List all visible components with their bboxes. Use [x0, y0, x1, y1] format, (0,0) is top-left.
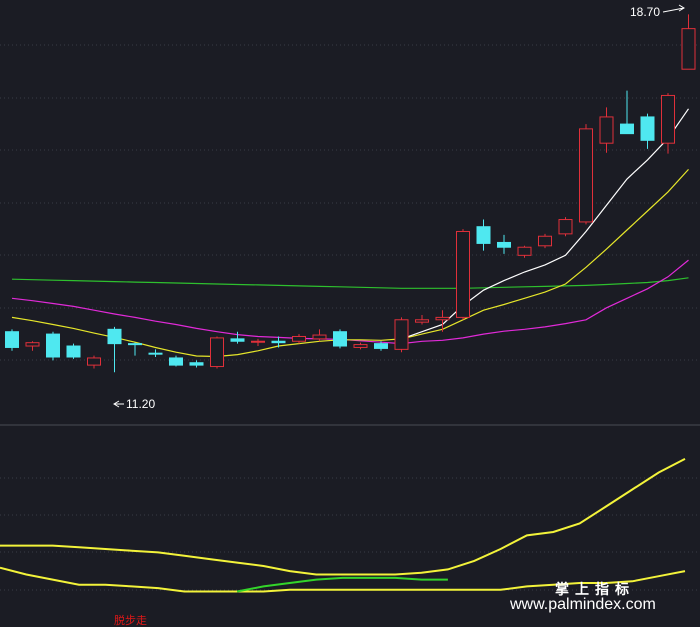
candle — [292, 334, 306, 344]
candle — [538, 233, 552, 249]
candle-body-down — [230, 338, 245, 342]
candle — [456, 229, 470, 320]
candle — [5, 329, 19, 351]
candle-body-up — [87, 357, 101, 366]
candle-body-up — [353, 344, 368, 348]
candle-body-up — [579, 128, 593, 223]
candle — [169, 355, 183, 367]
candle-body-up — [681, 28, 696, 70]
high-price-label: 18.70 — [630, 5, 660, 19]
candle — [415, 315, 429, 325]
candle-body-down — [169, 357, 183, 366]
indicator-line-1 — [0, 458, 686, 576]
candle-body-up — [538, 235, 552, 247]
candle-body-up — [599, 116, 614, 144]
candle — [25, 341, 40, 351]
candle-body-up — [292, 335, 306, 342]
candle — [87, 355, 101, 369]
low-annotation: 11.20 — [113, 397, 155, 411]
candle-body-down — [148, 352, 163, 355]
candle-body-down — [189, 362, 204, 366]
candle — [107, 326, 122, 373]
watermark-url: www.palmindex.com — [509, 596, 656, 613]
grid-lines — [0, 44, 700, 591]
candle — [661, 93, 675, 154]
candle — [210, 336, 224, 369]
chart-window: 18.70 11.20 脱步走 掌上指标 www.palmindex.com — [0, 0, 700, 627]
indicator-name-label: 脱步走 — [114, 613, 147, 627]
candle-body-up — [517, 246, 532, 256]
candle-body-up — [415, 319, 429, 323]
candle-body-down — [46, 333, 60, 358]
candle-body-up — [661, 94, 675, 144]
candle-body-up — [558, 219, 573, 235]
candle — [189, 360, 204, 368]
low-price-label: 11.20 — [126, 397, 155, 411]
stock-chart: 18.70 11.20 脱步走 掌上指标 www.palmindex.com — [0, 4, 700, 627]
candle — [640, 113, 655, 149]
candle — [497, 234, 511, 254]
candle-body-down — [107, 328, 122, 345]
indicator-lines — [0, 458, 686, 593]
candle-body-down — [497, 241, 511, 248]
candle — [681, 14, 696, 70]
candle — [599, 107, 614, 153]
candle-body-down — [271, 340, 286, 344]
candle — [353, 342, 368, 350]
candle — [46, 331, 60, 361]
candle-body-down — [5, 331, 19, 348]
candle-body-down — [66, 345, 81, 358]
candle-body-up — [210, 337, 224, 368]
candle — [620, 90, 634, 135]
candle-body-down — [333, 331, 347, 347]
candle — [558, 217, 573, 237]
candle — [476, 219, 491, 251]
candle — [251, 338, 265, 347]
candle — [517, 245, 532, 258]
candle-body-up — [394, 319, 409, 350]
candle-body-down — [620, 123, 634, 135]
candle-body-down — [128, 343, 142, 346]
candle-body-up — [312, 334, 327, 340]
candle-body-up — [25, 342, 40, 347]
candlesticks — [5, 14, 696, 373]
ma-line-green — [11, 277, 689, 289]
candle — [579, 124, 593, 225]
candle-body-down — [640, 116, 655, 141]
candle-body-up — [251, 340, 265, 343]
candle-body-up — [435, 316, 450, 321]
high-annotation: 18.70 — [630, 4, 685, 19]
ma-line-white — [401, 108, 689, 340]
candle — [333, 329, 347, 349]
candle — [66, 343, 81, 359]
candle — [148, 349, 163, 357]
candle — [128, 342, 142, 356]
candle-body-up — [456, 230, 470, 318]
candle-body-down — [374, 343, 388, 349]
candle — [394, 317, 409, 353]
candle-body-down — [476, 226, 491, 244]
